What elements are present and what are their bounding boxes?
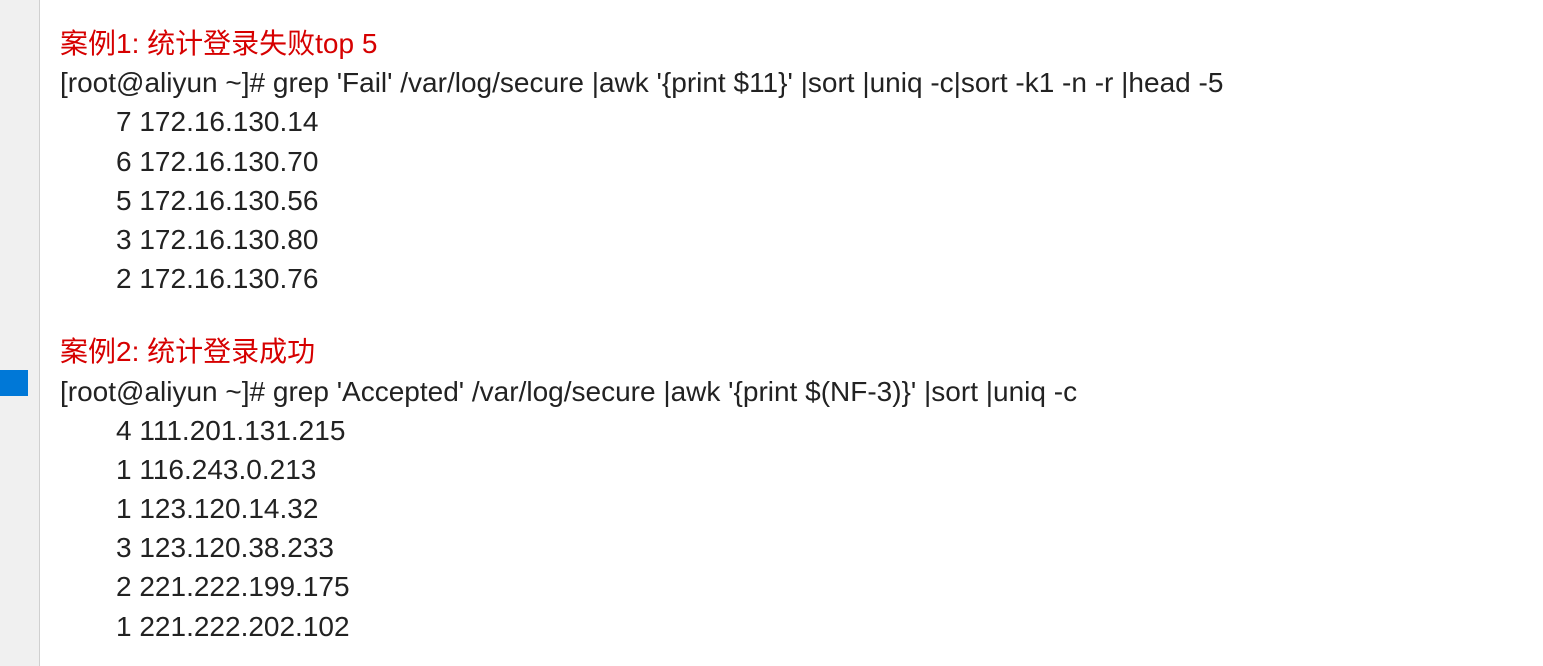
case1-title: 案例1: 统计登录失败top 5 — [60, 24, 1523, 63]
case1-row: 3 172.16.130.80 — [60, 220, 1523, 259]
case2-command: [root@aliyun ~]# grep 'Accepted' /var/lo… — [60, 372, 1523, 411]
case1-block: 案例1: 统计登录失败top 5 [root@aliyun ~]# grep '… — [60, 24, 1523, 298]
case1-command: [root@aliyun ~]# grep 'Fail' /var/log/se… — [60, 63, 1523, 102]
case2-title: 案例2: 统计登录成功 — [60, 332, 1523, 371]
case2-row: 1 221.222.202.102 — [60, 607, 1523, 646]
case2-row: 1 116.243.0.213 — [60, 450, 1523, 489]
left-gutter — [0, 0, 40, 666]
case1-row: 7 172.16.130.14 — [60, 102, 1523, 141]
case2-row: 2 221.222.199.175 — [60, 567, 1523, 606]
document-content: 案例1: 统计登录失败top 5 [root@aliyun ~]# grep '… — [40, 0, 1543, 666]
case2-row: 4 111.201.131.215 — [60, 411, 1523, 450]
case1-row: 5 172.16.130.56 — [60, 181, 1523, 220]
case1-row: 6 172.16.130.70 — [60, 142, 1523, 181]
case2-block: 案例2: 统计登录成功 [root@aliyun ~]# grep 'Accep… — [60, 332, 1523, 646]
case1-row: 2 172.16.130.76 — [60, 259, 1523, 298]
case2-row: 1 123.120.14.32 — [60, 489, 1523, 528]
case2-row: 3 123.120.38.233 — [60, 528, 1523, 567]
gutter-marker — [0, 370, 28, 396]
